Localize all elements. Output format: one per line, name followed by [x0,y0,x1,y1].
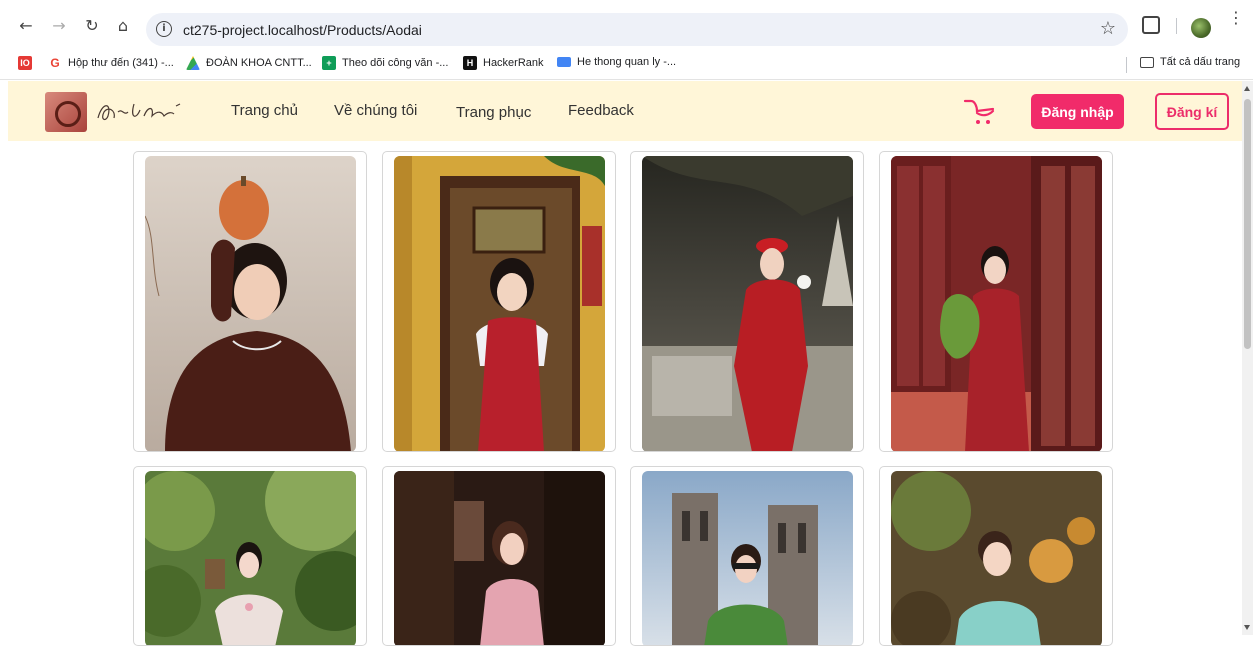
back-icon[interactable]: ← [15,14,37,36]
address-bar[interactable]: i ct275-project.localhost/Products/Aodai… [146,13,1128,46]
toolbar-divider [1176,18,1177,34]
bookmarks-bar: IO G Hộp thư đến (341) -... ĐOÀN KHOA CN… [0,48,1253,80]
all-bookmarks-label: Tất cả dấu trang [1160,56,1241,68]
product-card[interactable] [879,151,1113,452]
bookmark-label: ĐOÀN KHOA CNTT... [206,57,312,69]
bookmark-doan-khoa[interactable]: ĐOÀN KHOA CNTT... [186,56,312,70]
product-image[interactable] [394,471,605,645]
product-photo [642,471,853,645]
nav-feedback[interactable]: Feedback [568,102,634,119]
product-image[interactable] [145,471,356,645]
site-header: Trang chủ Về chúng tôi Trang phục Feedba… [8,81,1242,141]
product-card[interactable] [630,151,864,452]
hackerrank-icon: H [463,56,477,70]
nav-trang-chu[interactable]: Trang chủ [231,102,298,119]
product-photo [145,471,356,645]
product-photo [891,471,1102,645]
product-card[interactable] [133,466,367,646]
product-image[interactable] [891,471,1102,645]
folder-icon [1140,56,1154,68]
bookmark-he-thong[interactable]: He thong quan ly -... [557,56,676,68]
extensions-icon[interactable] [1142,16,1160,34]
bookmark-label: He thong quan ly -... [577,56,677,68]
product-card[interactable] [879,466,1113,646]
reload-icon[interactable]: ↻ [81,14,103,36]
page-scrollbar[interactable] [1242,81,1253,635]
bookmark-label: Hộp thư đến (341) -... [68,57,174,69]
bookmark-label: HackerRank [483,57,544,69]
io-icon: IO [18,56,32,70]
menu-icon[interactable]: ⋮ [1228,10,1244,26]
product-photo [642,156,853,451]
product-photo [891,156,1102,451]
system-icon [557,57,571,67]
product-image[interactable] [891,156,1102,451]
site-info-icon[interactable]: i [156,21,172,37]
sheets-icon: + [322,56,336,70]
bookmark-hackerrank[interactable]: H HackerRank [463,56,544,70]
nav-ve-chung-toi[interactable]: Về chúng tôi [334,102,417,119]
logo-signature [94,98,184,129]
register-button[interactable]: Đăng kí [1155,93,1229,130]
bookmark-label: Theo dõi công văn -... [342,57,449,69]
drive-icon [186,56,200,70]
cart-icon[interactable] [963,97,997,127]
product-image[interactable] [642,471,853,645]
product-image[interactable] [145,156,356,451]
bookmark-gmail[interactable]: G Hộp thư đến (341) -... [48,56,174,70]
site-logo[interactable] [45,92,87,132]
product-card[interactable] [630,466,864,646]
scroll-up-icon[interactable] [1244,86,1250,91]
all-bookmarks[interactable]: Tất cả dấu trang [1140,56,1240,68]
forward-icon[interactable]: → [48,14,70,36]
nav-trang-phuc[interactable]: Trang phục [456,104,531,121]
product-card[interactable] [382,466,616,646]
home-icon[interactable]: ⌂ [112,14,134,36]
product-card[interactable] [133,151,367,452]
signature-icon [97,103,181,121]
bookmark-theo-doi[interactable]: + Theo dõi công văn -... [322,56,448,70]
gmail-icon: G [48,56,62,70]
scroll-down-icon[interactable] [1244,625,1250,630]
login-button[interactable]: Đăng nhập [1031,94,1124,129]
browser-toolbar: ← → ↻ ⌂ i ct275-project.localhost/Produc… [0,0,1253,48]
url-text[interactable]: ct275-project.localhost/Products/Aodai [183,22,422,38]
product-photo [145,156,356,451]
bookmark-io[interactable]: IO [18,56,32,70]
product-photo [394,471,605,645]
bookmarks-divider [1126,57,1127,73]
product-photo [394,156,605,451]
scroll-thumb[interactable] [1244,99,1251,349]
product-card[interactable] [382,151,616,452]
product-image[interactable] [642,156,853,451]
bookmark-star-icon[interactable]: ☆ [1100,18,1116,39]
product-image[interactable] [394,156,605,451]
profile-avatar[interactable] [1191,18,1211,38]
